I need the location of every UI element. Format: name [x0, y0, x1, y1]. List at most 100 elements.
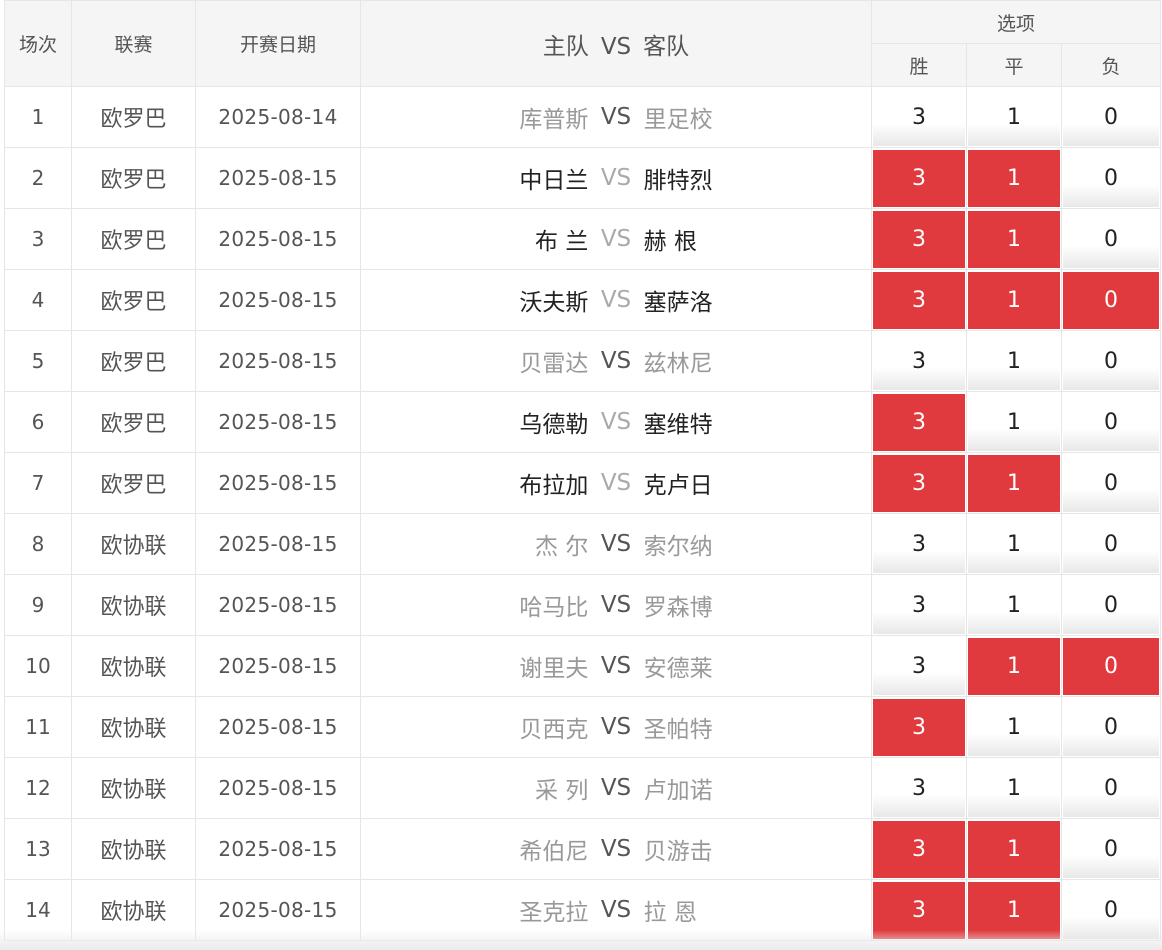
match-number: 1 — [4, 86, 72, 148]
away-team: 拉 恩 — [643, 900, 697, 926]
match-teams: 沃夫斯 VS 塞萨洛 — [360, 269, 872, 331]
home-team: 布 兰 — [535, 229, 589, 255]
league-name: 欧协联 — [71, 635, 196, 697]
away-team: 里足校 — [643, 107, 713, 133]
option-win-button[interactable]: 3 — [873, 149, 965, 207]
option-draw-button[interactable]: 1 — [968, 210, 1060, 268]
table-row: 8 欧协联 2025-08-15 杰 尔 VS 索尔纳 3 1 0 — [4, 513, 1162, 575]
match-teams: 库普斯 VS 里足校 — [360, 86, 872, 148]
match-teams: 布 兰 VS 赫 根 — [360, 208, 872, 270]
option-draw-button[interactable]: 1 — [968, 88, 1060, 146]
home-team: 贝西克 — [519, 717, 589, 743]
option-win-button[interactable]: 3 — [873, 88, 965, 146]
away-team: 克卢日 — [643, 473, 713, 499]
option-win-button[interactable]: 3 — [873, 210, 965, 268]
home-team: 中日兰 — [519, 168, 589, 194]
table-row: 11 欧协联 2025-08-15 贝西克 VS 圣帕特 3 1 0 — [4, 696, 1162, 758]
option-win-button[interactable]: 3 — [873, 271, 965, 329]
home-team: 库普斯 — [519, 107, 589, 133]
option-loss-button[interactable]: 0 — [1063, 149, 1160, 207]
option-loss-button[interactable]: 0 — [1063, 393, 1160, 451]
table-body: 1 欧罗巴 2025-08-14 库普斯 VS 里足校 3 1 0 2 欧罗巴 2025-08-15 中… — [4, 86, 1162, 941]
match-number: 8 — [4, 513, 72, 575]
option-draw-button[interactable]: 1 — [968, 637, 1060, 695]
option-loss-button[interactable]: 0 — [1063, 820, 1160, 878]
home-team: 沃夫斯 — [519, 290, 589, 316]
table-row: 5 欧罗巴 2025-08-15 贝雷达 VS 兹林尼 3 1 0 — [4, 330, 1162, 392]
option-win-button[interactable]: 3 — [873, 637, 965, 695]
vs-label: VS — [600, 470, 632, 496]
option-win-button[interactable]: 3 — [873, 820, 965, 878]
table-row: 1 欧罗巴 2025-08-14 库普斯 VS 里足校 3 1 0 — [4, 86, 1162, 148]
option-loss-button[interactable]: 0 — [1063, 637, 1160, 695]
table-row: 2 欧罗巴 2025-08-15 中日兰 VS 腓特烈 3 1 0 — [4, 147, 1162, 209]
league-name: 欧罗巴 — [71, 391, 196, 453]
option-loss-button[interactable]: 0 — [1063, 698, 1160, 756]
header-win: 胜 — [871, 43, 967, 87]
match-date: 2025-08-15 — [195, 391, 361, 453]
vs-label: VS — [600, 653, 632, 679]
league-name: 欧协联 — [71, 513, 196, 575]
option-win-button[interactable]: 3 — [873, 332, 965, 390]
option-draw-button[interactable]: 1 — [968, 332, 1060, 390]
home-team: 哈马比 — [519, 595, 589, 621]
match-number: 6 — [4, 391, 72, 453]
table-row: 12 欧协联 2025-08-15 采 列 VS 卢加诺 3 1 0 — [4, 757, 1162, 819]
option-loss-button[interactable]: 0 — [1063, 576, 1160, 634]
table-row: 7 欧罗巴 2025-08-15 布拉加 VS 克卢日 3 1 0 — [4, 452, 1162, 514]
table-row: 4 欧罗巴 2025-08-15 沃夫斯 VS 塞萨洛 3 1 0 — [4, 269, 1162, 331]
option-loss-button[interactable]: 0 — [1063, 271, 1160, 329]
header-draw: 平 — [966, 43, 1062, 87]
match-number: 10 — [4, 635, 72, 697]
match-teams: 谢里夫 VS 安德莱 — [360, 635, 872, 697]
option-draw-button[interactable]: 1 — [968, 576, 1060, 634]
home-team: 采 列 — [535, 778, 589, 804]
option-loss-button[interactable]: 0 — [1063, 515, 1160, 573]
option-draw-button[interactable]: 1 — [968, 149, 1060, 207]
header-away: 客队 — [643, 33, 690, 60]
option-win-button[interactable]: 3 — [873, 515, 965, 573]
away-team: 索尔纳 — [643, 534, 713, 560]
option-win-button[interactable]: 3 — [873, 393, 965, 451]
match-teams: 布拉加 VS 克卢日 — [360, 452, 872, 514]
match-teams: 杰 尔 VS 索尔纳 — [360, 513, 872, 575]
league-name: 欧罗巴 — [71, 269, 196, 331]
match-number: 11 — [4, 696, 72, 758]
bottom-fade — [0, 930, 1162, 950]
match-teams: 中日兰 VS 腓特烈 — [360, 147, 872, 209]
header-num: 场次 — [4, 0, 72, 87]
option-draw-button[interactable]: 1 — [968, 759, 1060, 817]
home-team: 贝雷达 — [519, 351, 589, 377]
option-loss-button[interactable]: 0 — [1063, 454, 1160, 512]
option-draw-button[interactable]: 1 — [968, 454, 1060, 512]
match-table-container: 场次 联赛 开赛日期 主队 VS 客队 选项 胜 平 负 1 欧罗巴 2025-08-1… — [4, 0, 1162, 941]
option-win-button[interactable]: 3 — [873, 576, 965, 634]
option-win-button[interactable]: 3 — [873, 698, 965, 756]
table-row: 9 欧协联 2025-08-15 哈马比 VS 罗森博 3 1 0 — [4, 574, 1162, 636]
league-name: 欧罗巴 — [71, 452, 196, 514]
home-team: 谢里夫 — [519, 656, 589, 682]
header-date: 开赛日期 — [195, 0, 361, 87]
option-draw-button[interactable]: 1 — [968, 271, 1060, 329]
option-draw-button[interactable]: 1 — [968, 820, 1060, 878]
option-win-button[interactable]: 3 — [873, 454, 965, 512]
option-loss-button[interactable]: 0 — [1063, 88, 1160, 146]
vs-label: VS — [600, 531, 632, 557]
away-team: 塞萨洛 — [643, 290, 713, 316]
option-draw-button[interactable]: 1 — [968, 515, 1060, 573]
match-date: 2025-08-15 — [195, 818, 361, 880]
option-loss-button[interactable]: 0 — [1063, 759, 1160, 817]
match-date: 2025-08-15 — [195, 635, 361, 697]
away-team: 腓特烈 — [643, 168, 713, 194]
table-row: 10 欧协联 2025-08-15 谢里夫 VS 安德莱 3 1 0 — [4, 635, 1162, 697]
option-draw-button[interactable]: 1 — [968, 698, 1060, 756]
option-loss-button[interactable]: 0 — [1063, 332, 1160, 390]
match-number: 4 — [4, 269, 72, 331]
table-row: 13 欧协联 2025-08-15 希伯尼 VS 贝游击 3 1 0 — [4, 818, 1162, 880]
option-draw-button[interactable]: 1 — [968, 393, 1060, 451]
option-loss-button[interactable]: 0 — [1063, 210, 1160, 268]
match-date: 2025-08-15 — [195, 269, 361, 331]
match-date: 2025-08-15 — [195, 513, 361, 575]
option-win-button[interactable]: 3 — [873, 759, 965, 817]
vs-label: VS — [600, 104, 632, 130]
